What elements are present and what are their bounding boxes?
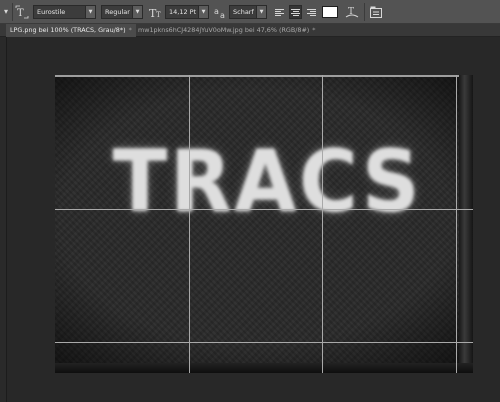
font-style-value: Regular (105, 8, 130, 16)
image-bottom-edge (55, 363, 473, 373)
align-right-button[interactable] (304, 5, 317, 19)
unsaved-marker: * (128, 26, 132, 34)
chevron-down-icon: ▼ (85, 6, 95, 18)
separator (12, 3, 13, 21)
options-bar: ▾ T Eurostile ▼ Regular ▼ T T 14,12 Pt ▼… (0, 0, 500, 24)
chevron-down-icon[interactable]: ▾ (2, 4, 10, 20)
guide-vertical[interactable] (322, 75, 323, 373)
svg-text:a: a (214, 7, 219, 16)
character-panel-icon[interactable] (369, 4, 383, 20)
document-canvas[interactable]: TRACS (55, 75, 473, 373)
guide-horizontal[interactable] (55, 209, 473, 210)
chevron-down-icon: ▼ (132, 6, 142, 18)
document-tab-bar: LPG.png bei 100% (TRACS, Grau/8*) * mw1pk… (0, 24, 500, 37)
align-left-button[interactable] (274, 5, 287, 19)
tab-lpg[interactable]: LPG.png bei 100% (TRACS, Grau/8*) * (6, 24, 136, 37)
antialias-icon: a a (214, 4, 228, 20)
text-color-swatch[interactable] (322, 6, 338, 18)
chevron-down-icon: ▼ (256, 6, 266, 18)
svg-text:a: a (220, 11, 225, 19)
svg-text:T: T (17, 8, 24, 19)
guide-vertical[interactable] (189, 75, 190, 373)
unsaved-marker: * (312, 26, 316, 34)
antialias-select[interactable]: Scharf ▼ (229, 5, 267, 19)
font-style-select[interactable]: Regular ▼ (101, 5, 143, 19)
font-size-icon: T T (149, 4, 163, 20)
antialias-value: Scharf (233, 8, 254, 16)
warp-text-icon[interactable]: T (345, 4, 359, 20)
guide-vertical[interactable] (456, 75, 457, 373)
font-family-select[interactable]: Eurostile ▼ (33, 5, 96, 19)
font-family-value: Eurostile (37, 8, 66, 16)
tab-mw1pkns[interactable]: mw1pkns6hCJ4284jYuV0oMw.jpg bei 47,6% (R… (134, 24, 320, 37)
text-orientation-icon[interactable]: T (15, 4, 29, 20)
text-layer-tracs[interactable]: TRACS (107, 127, 428, 237)
canvas-top-edge (55, 75, 473, 77)
tab-label: LPG.png bei 100% (TRACS, Grau/8*) (10, 26, 126, 34)
svg-text:T: T (156, 11, 161, 19)
font-size-select[interactable]: 14,12 Pt ▼ (165, 5, 209, 19)
separator (364, 3, 365, 21)
chevron-down-icon: ▼ (198, 6, 208, 18)
image-right-edge (459, 75, 473, 373)
align-center-button[interactable] (289, 5, 302, 19)
ruler-strip (0, 37, 7, 402)
tab-label: mw1pkns6hCJ4284jYuV0oMw.jpg bei 47,6% (R… (138, 26, 310, 34)
font-size-value: 14,12 Pt (169, 8, 197, 16)
guide-horizontal[interactable] (55, 342, 473, 343)
